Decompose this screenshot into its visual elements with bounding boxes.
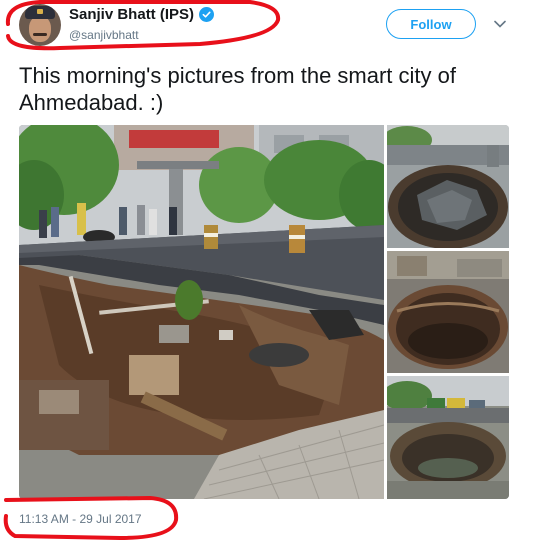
sinkhole-photo-main[interactable] [19,125,384,499]
display-name[interactable]: Sanjiv Bhatt (IPS) [69,6,194,23]
avatar[interactable] [19,4,61,46]
sinkhole-photo-top-right[interactable] [387,125,509,248]
display-name-row[interactable]: Sanjiv Bhatt (IPS) [69,6,215,23]
tweet-text: This morning's pictures from the smart c… [19,63,456,115]
sinkhole-photo-bottom-right[interactable] [387,376,509,499]
sinkhole-photo-middle-right[interactable] [387,251,509,373]
user-handle[interactable]: @sanjivbhatt [69,28,139,42]
chevron-down-icon[interactable] [492,16,508,32]
tweet-timestamp[interactable]: 11:13 AM - 29 Jul 2017 [19,512,142,526]
tweet-card: Sanjiv Bhatt (IPS) @sanjivbhatt Follow T… [0,0,541,540]
verified-badge-icon [199,7,215,22]
follow-button[interactable]: Follow [386,9,476,39]
media-grid [19,125,509,499]
